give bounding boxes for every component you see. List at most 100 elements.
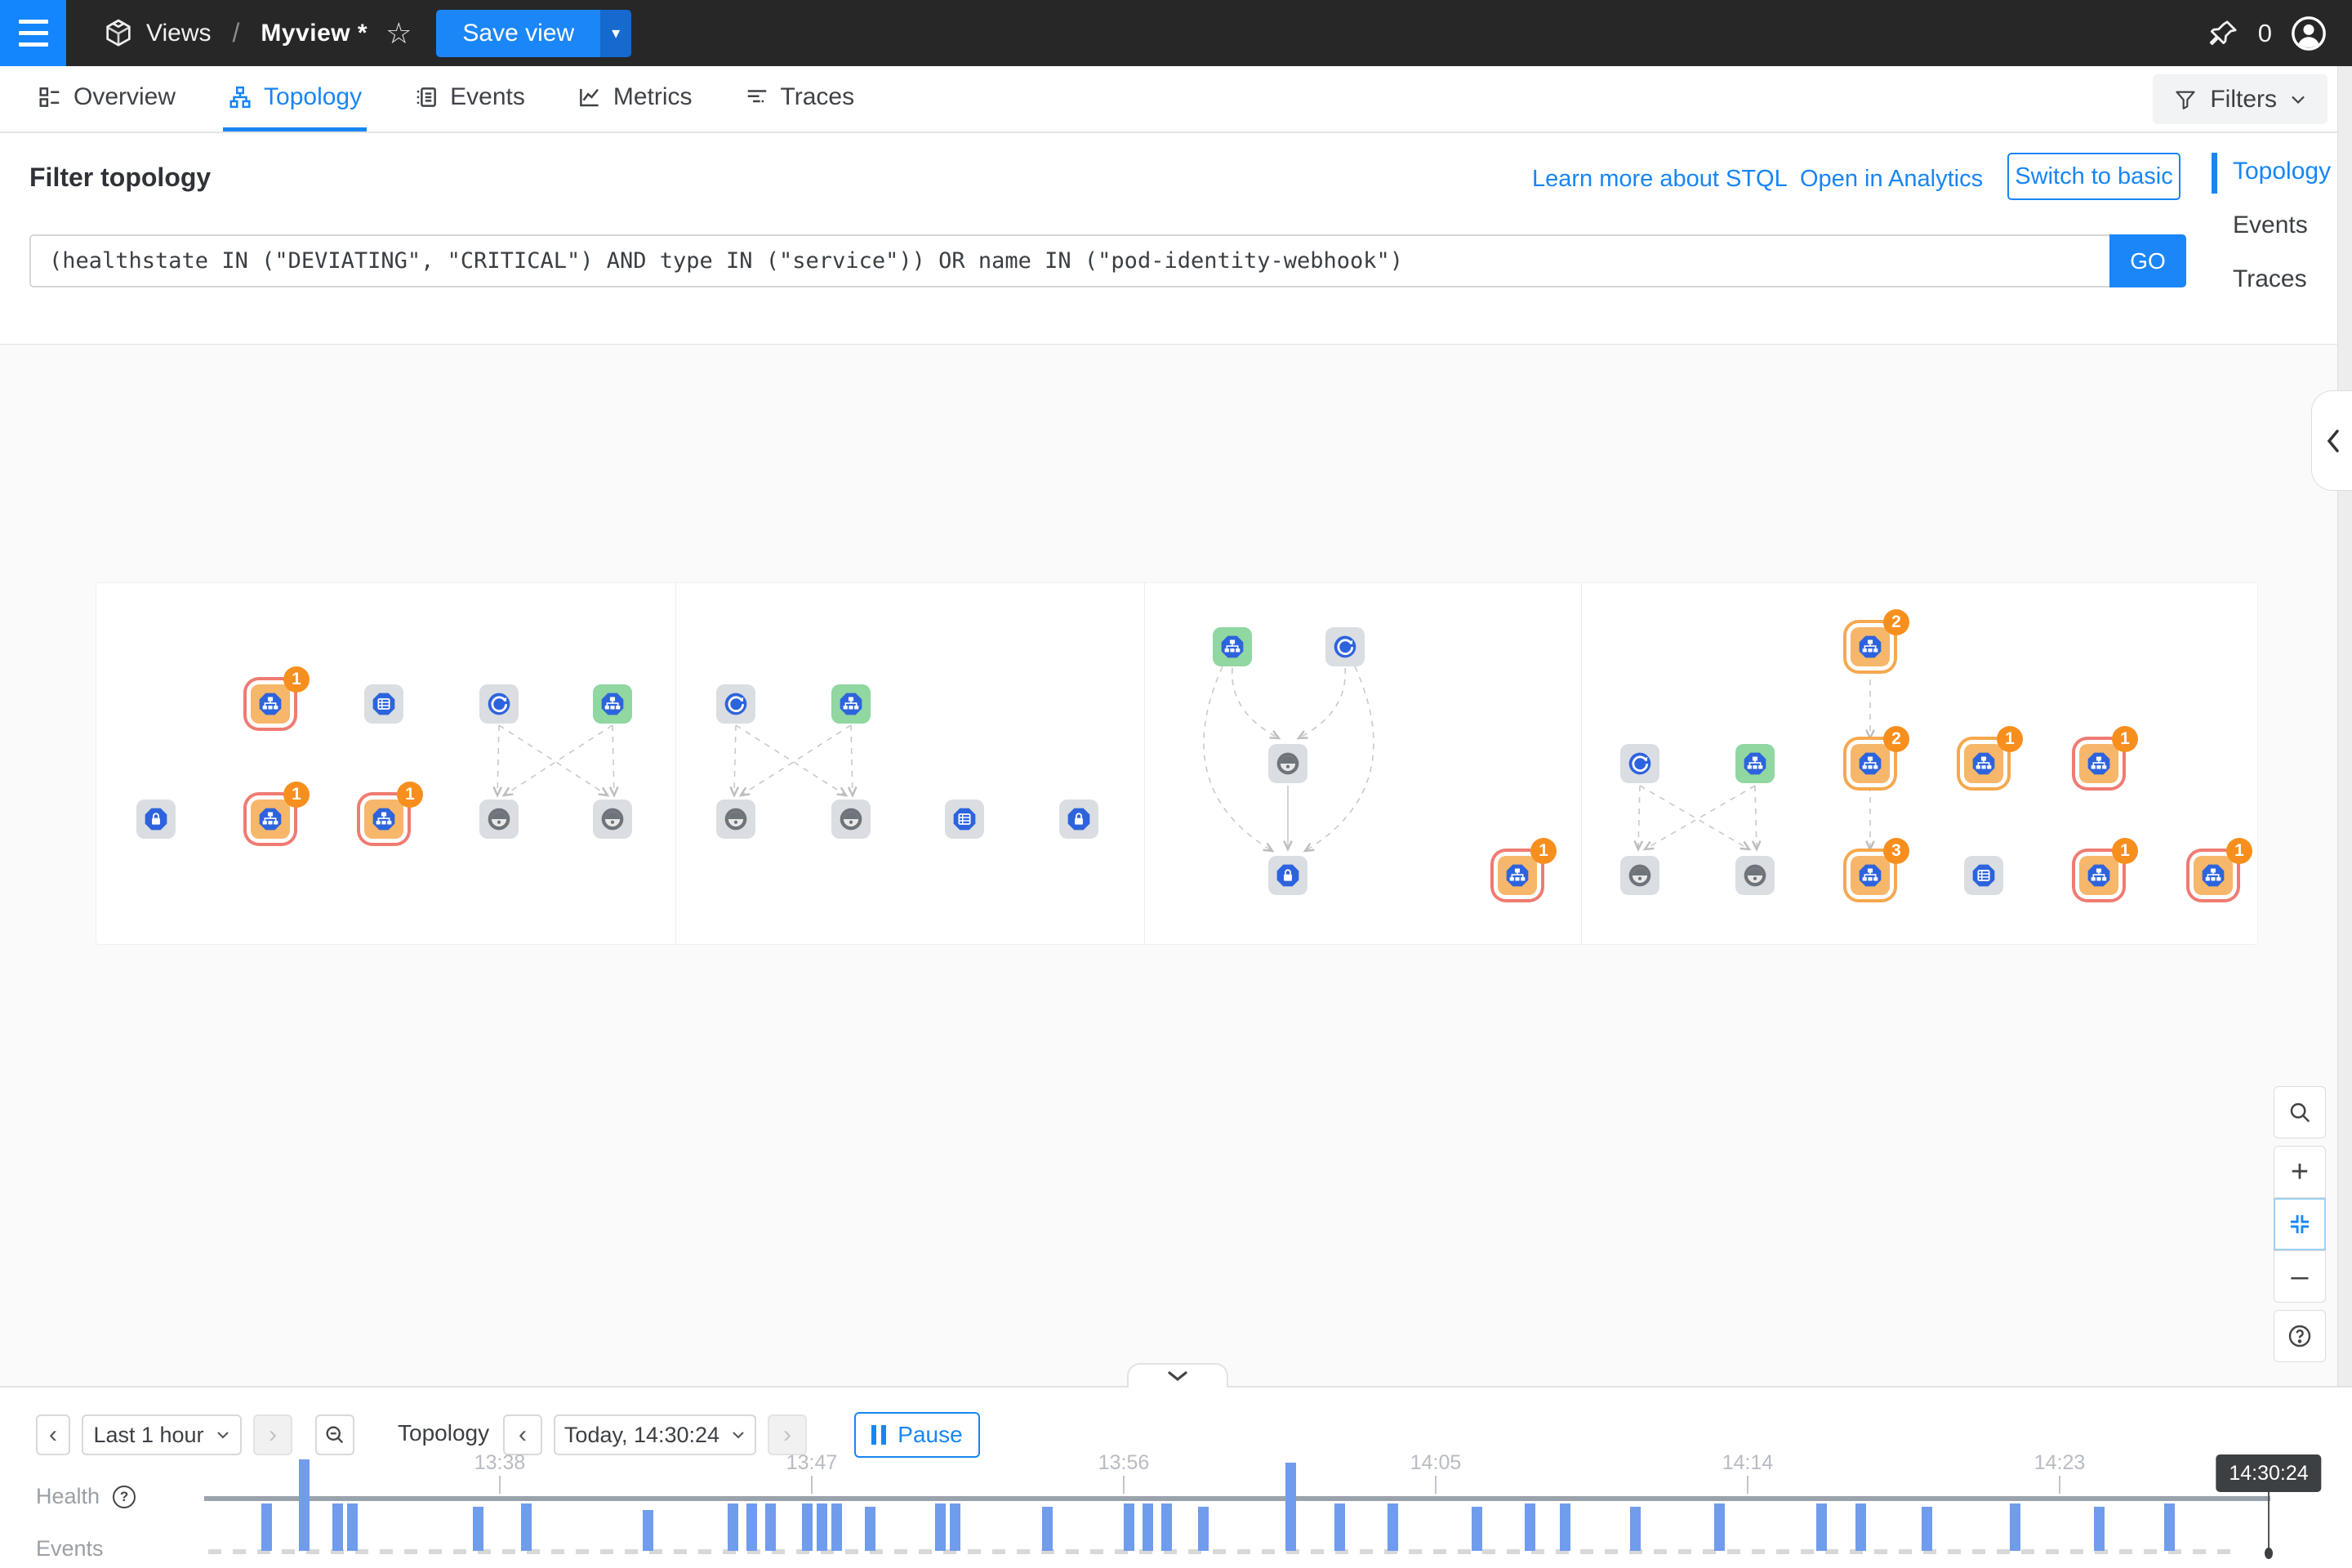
side-nav-events[interactable]: Events — [2208, 212, 2331, 239]
timeline-zoom-out-button[interactable] — [315, 1414, 354, 1455]
timeline-tick — [811, 1476, 813, 1494]
pause-button[interactable]: Pause — [854, 1412, 980, 1458]
pin-icon[interactable] — [2207, 17, 2240, 50]
filter-topology-panel: Filter topology Learn more about STQL Op… — [0, 133, 2352, 345]
side-nav-topology[interactable]: Topology — [2208, 158, 2331, 185]
zoom-out-button[interactable]: – — [2274, 1250, 2326, 1303]
range-select[interactable]: Last 1 hour — [82, 1414, 242, 1455]
zoom-in-button[interactable]: + — [2274, 1146, 2326, 1198]
health-help-icon[interactable]: ? — [113, 1486, 136, 1508]
filters-button[interactable]: Filters — [2153, 74, 2328, 124]
topology-node-service[interactable]: 1 — [251, 684, 290, 724]
topology-node-k8s[interactable] — [716, 684, 755, 724]
timeline-tick — [1747, 1476, 1748, 1494]
save-view-dropdown-caret[interactable]: ▾ — [600, 10, 631, 57]
topology-node-container[interactable] — [716, 800, 755, 839]
overview-icon — [38, 85, 62, 109]
expand-right-panel-tab[interactable] — [2311, 390, 2352, 491]
topology-node-service[interactable]: 3 — [1851, 856, 1890, 895]
topology-node-service[interactable] — [1213, 627, 1252, 666]
timeline-cursor-badge[interactable]: 14:30:24 — [2216, 1454, 2321, 1492]
node-badge: 1 — [2112, 838, 2138, 864]
topology-node-pod[interactable] — [1268, 856, 1307, 895]
topology-node-service[interactable]: 1 — [2079, 856, 2118, 895]
help-button[interactable] — [2274, 1310, 2326, 1362]
topology-node-container[interactable] — [1620, 856, 1659, 895]
tab-overview[interactable]: Overview — [33, 66, 180, 131]
go-button[interactable]: GO — [2109, 234, 2186, 287]
topology-node-container[interactable] — [593, 800, 632, 839]
node-badge: 1 — [1997, 726, 2023, 752]
topology-node-container[interactable] — [1735, 856, 1775, 895]
zoom-out-icon — [323, 1423, 346, 1446]
pause-icon — [871, 1425, 886, 1445]
pause-label: Pause — [898, 1422, 962, 1448]
time-select[interactable]: Today, 14:30:24 — [554, 1414, 756, 1455]
save-view-label[interactable]: Save view — [436, 10, 600, 57]
event-bar — [1285, 1463, 1296, 1551]
tab-traces[interactable]: Traces — [740, 66, 860, 131]
panel-divider — [1581, 582, 1582, 945]
time-back-button[interactable]: ‹ — [503, 1414, 542, 1455]
chevron-left-icon — [2324, 428, 2342, 454]
topology-canvas: 11112211311 + – — [0, 345, 2352, 1386]
time-forward-button[interactable]: › — [768, 1414, 807, 1455]
event-bar — [1922, 1507, 1932, 1551]
tab-topology[interactable]: Topology — [223, 66, 367, 131]
event-bar — [1855, 1503, 1866, 1551]
save-view-button[interactable]: Save view ▾ — [436, 10, 631, 57]
topology-node-service[interactable] — [831, 684, 871, 724]
topology-node-grid[interactable] — [945, 800, 984, 839]
topology-node-k8s[interactable] — [1325, 627, 1365, 666]
help-icon — [2287, 1323, 2313, 1349]
topology-node-container[interactable] — [831, 800, 871, 839]
view-name: Myview * — [261, 20, 368, 47]
topology-node-service[interactable]: 2 — [1851, 744, 1890, 783]
events-baseline — [208, 1549, 2242, 1554]
topology-node-service[interactable]: 1 — [251, 800, 290, 839]
topology-node-service[interactable] — [593, 684, 632, 724]
collapsed-right-panel — [2337, 66, 2352, 1386]
topology-node-pod[interactable] — [136, 800, 176, 839]
topology-node-service[interactable]: 1 — [364, 800, 403, 839]
range-forward-button[interactable]: › — [253, 1414, 292, 1455]
event-bar — [332, 1503, 343, 1551]
health-timeline-axis[interactable] — [204, 1496, 2270, 1501]
timeline-tick-label: 13:56 — [1098, 1451, 1150, 1475]
timeline-tick-label: 14:05 — [1410, 1451, 1462, 1475]
open-in-analytics-link[interactable]: Open in Analytics — [1800, 166, 1983, 193]
menu-icon[interactable] — [0, 0, 66, 66]
switch-to-basic-button[interactable]: Switch to basic — [2007, 153, 2180, 200]
topology-node-container[interactable] — [479, 800, 519, 839]
topology-node-grid[interactable] — [1964, 856, 2003, 895]
topology-node-service[interactable]: 2 — [1851, 627, 1890, 666]
topology-node-service[interactable]: 1 — [2079, 744, 2118, 783]
side-nav-traces[interactable]: Traces — [2208, 265, 2331, 293]
search-topology-button[interactable] — [2274, 1086, 2326, 1138]
range-back-button[interactable]: ‹ — [36, 1414, 70, 1455]
topology-node-service[interactable]: 1 — [2194, 856, 2233, 895]
avatar-icon[interactable] — [2290, 15, 2328, 52]
topology-node-container[interactable] — [1268, 744, 1307, 783]
tab-metrics[interactable]: Metrics — [572, 66, 697, 131]
topology-node-service[interactable]: 1 — [1964, 744, 2003, 783]
topology-node-pod[interactable] — [1059, 800, 1098, 839]
topology-node-k8s[interactable] — [1620, 744, 1659, 783]
tab-events[interactable]: Events — [409, 66, 530, 131]
learn-more-stql-link[interactable]: Learn more about STQL — [1532, 166, 1788, 193]
topology-node-service[interactable] — [1735, 744, 1775, 783]
panel-divider — [675, 582, 676, 945]
fit-to-screen-button[interactable] — [2274, 1198, 2326, 1250]
health-row-label: Health ? — [36, 1484, 136, 1509]
event-bar — [1198, 1507, 1209, 1551]
timeline-tick — [1435, 1476, 1437, 1494]
topology-node-grid[interactable] — [364, 684, 403, 724]
collapse-timeline-tab[interactable] — [1127, 1363, 1228, 1388]
favorite-star-icon[interactable]: ☆ — [385, 19, 412, 48]
topology-node-k8s[interactable] — [479, 684, 519, 724]
topology-node-service[interactable]: 1 — [1498, 856, 1537, 895]
event-bar — [2094, 1507, 2105, 1551]
stql-query-input[interactable]: (healthstate IN ("DEVIATING", "CRITICAL"… — [29, 234, 2109, 287]
breadcrumb-views[interactable]: Views — [146, 20, 211, 47]
timeline-cursor-line — [2268, 1492, 2270, 1551]
